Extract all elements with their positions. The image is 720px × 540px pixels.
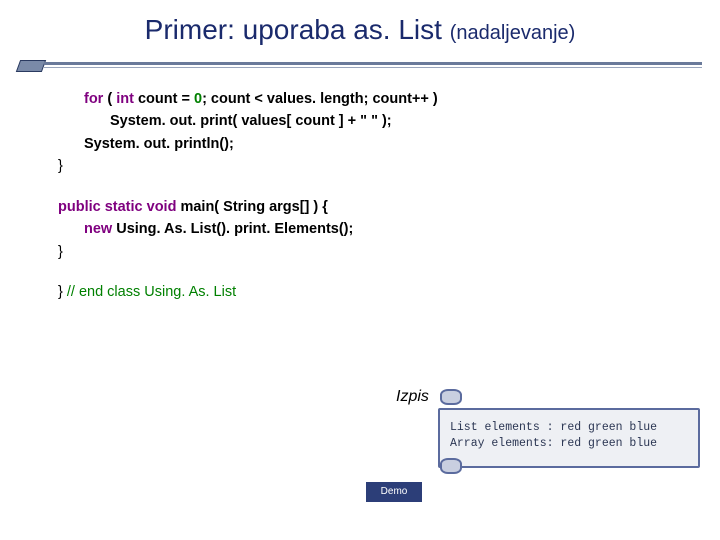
title-sub: (nadaljevanje) [450, 22, 576, 44]
code-line: public static void main( String args[] )… [58, 196, 438, 218]
code-line: for ( int count = 0; count < values. len… [58, 88, 438, 110]
code-line: new Using. As. List(). print. Elements()… [58, 218, 438, 240]
output-box: List elements : red green blue Array ele… [438, 408, 700, 468]
output-label: Izpis [396, 388, 429, 406]
output-line: Array elements: red green blue [450, 437, 657, 450]
code-line: System. out. println(); [58, 133, 438, 155]
title-rule [18, 58, 702, 72]
title-main: Primer: uporaba as. List [145, 14, 442, 45]
code-line: } // end class Using. As. List [58, 281, 438, 303]
scroll-curl-icon [440, 458, 462, 474]
slide-title: Primer: uporaba as. List (nadaljevanje) [0, 14, 720, 46]
bullet-diamond-icon [16, 60, 46, 72]
code-line: System. out. print( values[ count ] + " … [58, 110, 438, 132]
demo-button[interactable]: Demo [366, 482, 422, 502]
code-block: for ( int count = 0; count < values. len… [58, 88, 438, 304]
code-line: } [58, 155, 438, 177]
output-line: List elements : red green blue [450, 421, 657, 434]
code-line: } [58, 241, 438, 263]
scroll-curl-icon [440, 389, 462, 405]
